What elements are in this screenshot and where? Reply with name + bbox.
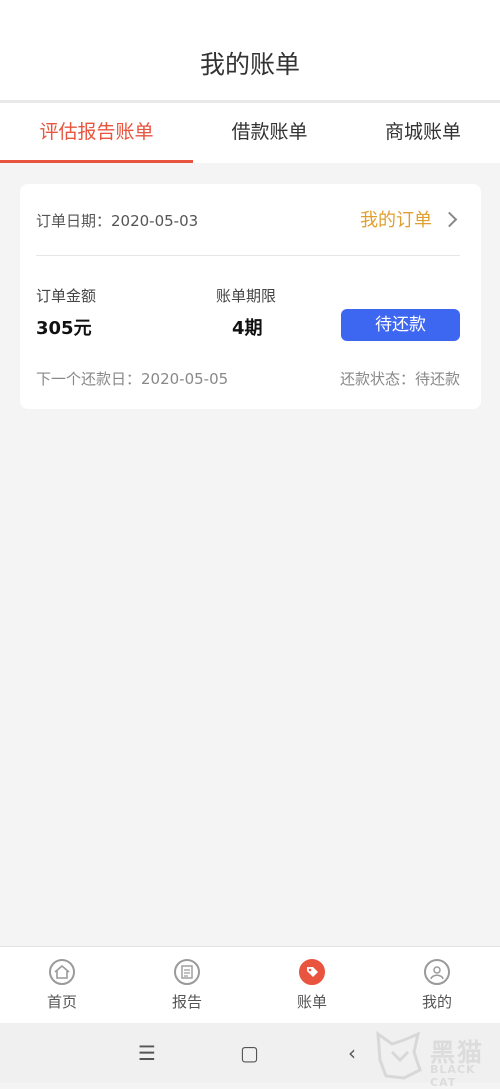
order-amount-label: 订单金额 [36, 287, 97, 305]
nav-label-bill: 账单 [296, 993, 327, 1011]
watermark-en: BLACK CAT [430, 1063, 476, 1089]
menu-icon[interactable]: ☰ [138, 1041, 156, 1065]
nav-item-report[interactable]: 报告 [147, 959, 227, 1012]
next-repayment-date: 下一个还款日：2020-05-05 [36, 370, 229, 388]
page-title: 我的账单 [199, 50, 300, 79]
tab-mall-bill[interactable]: 商城账单 [346, 103, 500, 163]
repayment-status: 还款状态：待还款 [339, 370, 460, 388]
nav-item-bill[interactable]: 账单 [272, 959, 352, 1012]
nav-item-home[interactable]: 首页 [22, 959, 102, 1012]
black-cat-logo-icon [376, 1030, 422, 1080]
order-card: 订单日期：2020-05-03 我的订单 订单金额 305元 账单期限 4期 待… [20, 184, 481, 409]
home-square-icon[interactable]: ▢ [240, 1041, 259, 1065]
active-tab-indicator [0, 160, 193, 163]
nav-label-home: 首页 [46, 993, 77, 1011]
nav-item-me[interactable]: 我的 [397, 959, 477, 1012]
bottom-nav: 首页 报告 账单 我的 [0, 946, 500, 1024]
bill-tag-icon [299, 959, 325, 985]
nav-label-report: 报告 [171, 993, 202, 1011]
back-icon[interactable]: ‹ [348, 1041, 356, 1065]
bill-term-label: 账单期限 [216, 287, 277, 305]
report-icon [174, 959, 200, 985]
bill-tabs: 评估报告账单 借款账单 商城账单 [0, 103, 500, 163]
chevron-right-icon [441, 211, 458, 227]
pending-repayment-button[interactable]: 待还款 [341, 309, 460, 341]
black-cat-watermark: 黑猫 BLACK CAT [374, 1030, 496, 1089]
my-order-link[interactable]: 我的订单 [360, 206, 458, 232]
nav-label-me: 我的 [421, 993, 452, 1011]
tab-loan-bill[interactable]: 借款账单 [193, 103, 346, 163]
card-divider [36, 255, 460, 256]
bill-term-value: 4期 [232, 318, 263, 339]
order-date: 订单日期：2020-05-03 [36, 212, 199, 230]
tab-assessment-report-bill[interactable]: 评估报告账单 [0, 103, 193, 163]
app-header: 我的账单 [0, 0, 500, 100]
order-amount-value: 305元 [36, 318, 92, 339]
user-icon [424, 959, 450, 985]
home-icon [49, 959, 75, 985]
my-order-label: 我的订单 [360, 210, 432, 231]
